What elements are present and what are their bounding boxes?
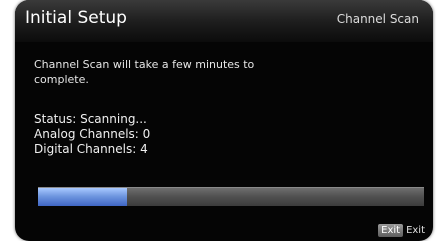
setup-dialog: Initial Setup Channel Scan Channel Scan …	[15, 0, 433, 241]
scan-progress-bar	[38, 187, 424, 206]
scan-status: Status: Scanning...	[34, 112, 147, 126]
page-title: Initial Setup	[25, 8, 127, 28]
footer-hint: Exit Exit	[378, 224, 425, 237]
exit-label: Exit	[406, 225, 425, 236]
scan-progress-fill	[38, 188, 127, 206]
screen-name: Channel Scan	[336, 12, 419, 26]
exit-key-button[interactable]: Exit	[378, 224, 404, 237]
title-bar: Initial Setup Channel Scan	[15, 0, 433, 42]
status-block: Status: Scanning... Analog Channels: 0 D…	[34, 112, 150, 157]
intro-text: Channel Scan will take a few minutes to …	[34, 58, 255, 86]
digital-channels-count: Digital Channels: 4	[34, 142, 148, 156]
analog-channels-count: Analog Channels: 0	[34, 127, 151, 141]
